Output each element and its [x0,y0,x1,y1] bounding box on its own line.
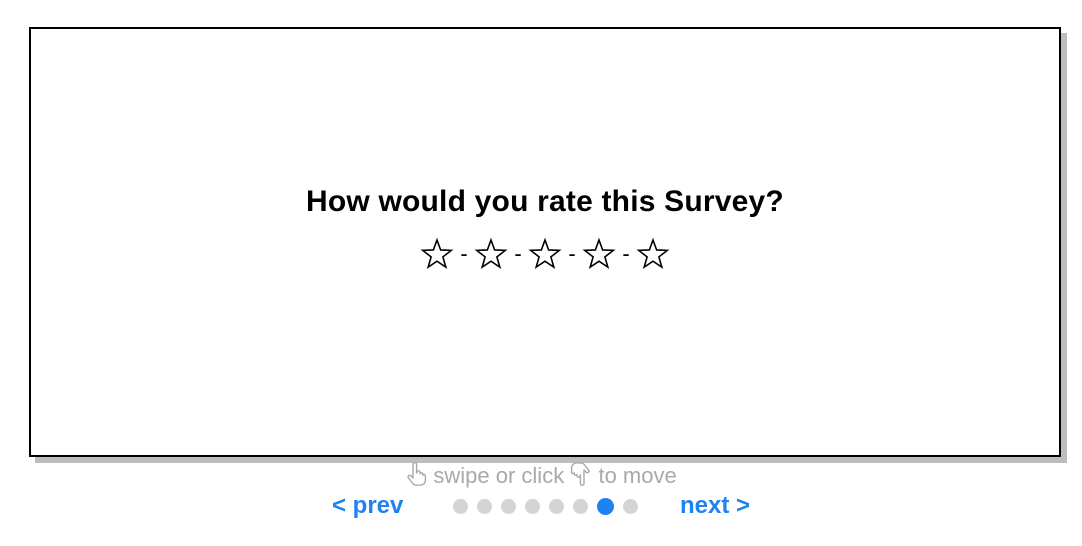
survey-question: How would you rate this Survey? [306,185,784,218]
prev-button[interactable]: < prev [332,490,403,522]
star-separator: - [622,241,630,266]
star-5-icon[interactable] [636,237,670,271]
star-separator: - [460,241,468,266]
page-dot-8[interactable] [623,499,638,514]
page-dot-3[interactable] [501,499,516,514]
pointing-hand-down-icon [570,462,592,492]
navigation-hint: swipe or click to move [0,462,1082,492]
page-dots [453,498,647,515]
page-dot-5[interactable] [549,499,564,514]
hint-text: swipe or click [433,463,565,488]
hint-text-after: to move [598,463,677,488]
star-rating[interactable]: - - - - [31,237,1059,271]
star-4-icon[interactable] [582,237,616,271]
next-button[interactable]: next > [680,490,750,522]
page-dot-4[interactable] [525,499,540,514]
survey-card: How would you rate this Survey? - - - - [29,27,1061,457]
page-dot-1[interactable] [453,499,468,514]
page-dot-6[interactable] [573,499,588,514]
star-separator: - [568,241,576,266]
star-1-icon[interactable] [420,237,454,271]
page-dot-2[interactable] [477,499,492,514]
star-3-icon[interactable] [528,237,562,271]
pointing-hand-icon [405,462,427,492]
pagination: < prev next > [0,490,1082,522]
star-2-icon[interactable] [474,237,508,271]
star-separator: - [514,241,522,266]
page-dot-7[interactable] [597,498,614,515]
